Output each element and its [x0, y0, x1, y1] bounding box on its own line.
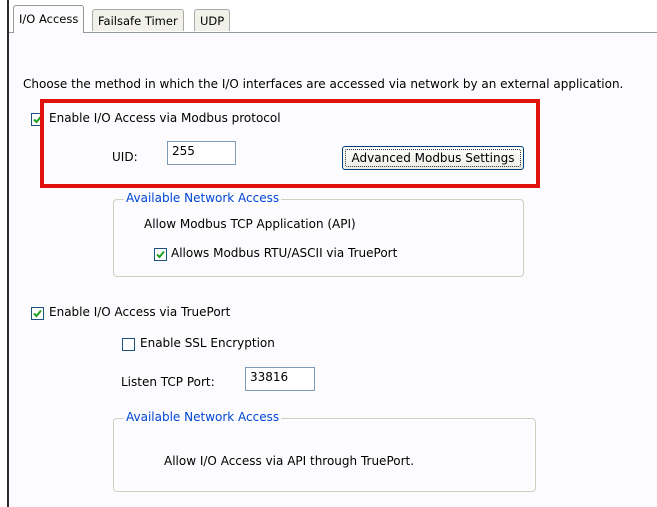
enable-trueport-label: Enable I/O Access via TruePort [49, 305, 231, 319]
modbus-network-access-group: Available Network Access Allow Modbus TC… [113, 191, 524, 277]
enable-modbus-label: Enable I/O Access via Modbus protocol [49, 111, 281, 125]
enable-modbus-checkbox[interactable] [31, 113, 44, 126]
enable-ssl-checkbox[interactable] [122, 338, 135, 351]
enable-trueport-checkbox[interactable] [31, 307, 44, 320]
enable-ssl-label: Enable SSL Encryption [140, 336, 275, 350]
left-margin [0, 0, 7, 507]
listen-tcp-port-input[interactable]: 33816 [245, 367, 315, 391]
listen-tcp-port-label: Listen TCP Port: [121, 375, 215, 389]
trueport-group-title: Available Network Access [124, 410, 282, 424]
modbus-api-label: Allow Modbus TCP Application (API) [144, 217, 356, 231]
trueport-api-label: Allow I/O Access via API through TruePor… [164, 454, 415, 468]
io-access-panel: Choose the method in which the I/O inter… [9, 32, 657, 507]
checkmark-icon [33, 115, 42, 124]
advanced-modbus-settings-button[interactable]: Advanced Modbus Settings [342, 146, 524, 170]
tab-failsafe-timer[interactable]: Failsafe Timer [92, 9, 184, 31]
uid-label: UID: [112, 150, 138, 164]
tab-io-access[interactable]: I/O Access [13, 5, 85, 33]
tab-udp[interactable]: UDP [194, 9, 231, 31]
modbus-rtu-label: Allows Modbus RTU/ASCII via TruePort [171, 246, 398, 260]
modbus-rtu-checkbox[interactable] [154, 248, 167, 261]
uid-input[interactable]: 255 [167, 141, 236, 165]
checkmark-icon [156, 250, 165, 259]
checkmark-icon [33, 309, 42, 318]
description-text: Choose the method in which the I/O inter… [23, 77, 624, 91]
trueport-network-access-group: Available Network Access Allow I/O Acces… [113, 410, 536, 492]
modbus-group-title: Available Network Access [124, 191, 282, 205]
advanced-modbus-settings-label: Advanced Modbus Settings [351, 151, 515, 165]
tab-strip: I/O Access Failsafe Timer UDP [9, 0, 657, 34]
